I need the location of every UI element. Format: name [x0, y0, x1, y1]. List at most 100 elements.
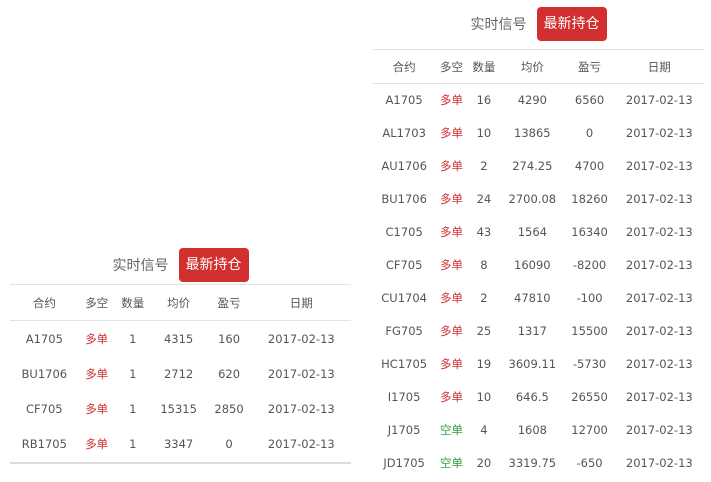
left-positions-table: 合约 多空 数量 均价 盈亏 日期 A1705 多单 1 4315 160 2017-02…	[10, 284, 351, 464]
table-row[interactable]: HC1705 多单 19 3609.11 -5730 2017-02-13	[373, 348, 704, 381]
qty-cell: 25	[476, 324, 492, 338]
date-cell: 2017-02-13	[625, 423, 693, 437]
date-cell: 2017-02-13	[625, 456, 693, 470]
side-cell: 多单	[85, 331, 109, 346]
table-row[interactable]: RB1705 多单 1 3347 0 2017-02-13	[10, 427, 351, 463]
table-row[interactable]: AU1706 多单 2 274.25 4700 2017-02-13	[373, 150, 704, 183]
pnl-cell: 0	[225, 437, 233, 452]
date-cell: 2017-02-13	[267, 366, 335, 381]
qty-cell: 1	[129, 331, 137, 346]
column-header-avg-price: 均价	[167, 295, 191, 310]
side-cell: 空单	[439, 456, 463, 470]
contract-cell: J1705	[387, 423, 421, 437]
qty-cell: 16	[476, 93, 492, 108]
table-row[interactable]: J1705 空单 4 1608 12700 2017-02-13	[373, 414, 704, 447]
avg-price-cell: 3319.75	[508, 456, 557, 470]
table-row[interactable]: AL1703 多单 10 13865 0 2017-02-13	[373, 117, 704, 150]
side-cell: 多单	[85, 366, 109, 381]
pnl-cell: 160	[218, 331, 241, 346]
pnl-cell: 4700	[574, 159, 605, 173]
realtime-signal-tab[interactable]: 实时信号	[471, 14, 527, 34]
qty-cell: 1	[129, 402, 137, 417]
avg-price-cell: 274.25	[512, 159, 553, 173]
pnl-cell: 16340	[571, 225, 608, 239]
header-row: 合约 多空 数量 均价 盈亏 日期	[373, 49, 704, 84]
realtime-signal-tab[interactable]: 实时信号	[113, 255, 169, 275]
avg-price-cell: 1317	[517, 324, 547, 338]
side-cell: 多单	[439, 159, 463, 173]
latest-positions-button[interactable]: 最新持仓	[536, 7, 607, 41]
qty-cell: 10	[476, 390, 492, 404]
pnl-cell: 620	[218, 366, 241, 381]
avg-price-cell: 47810	[514, 291, 551, 305]
contract-cell: JD1705	[383, 456, 425, 470]
right-positions-panel: 实时信号 最新持仓 合约 多空 数量 均价 盈亏 日期 A1705 多单 16 429…	[373, 6, 704, 480]
table-row[interactable]: A1705 多单 16 4290 6560 2017-02-13	[373, 84, 704, 117]
side-cell: 多单	[439, 126, 463, 140]
date-cell: 2017-02-13	[625, 324, 693, 338]
date-cell: 2017-02-13	[625, 126, 693, 140]
column-header-avg-price: 均价	[520, 59, 544, 74]
column-header-contract: 合约	[32, 295, 56, 310]
table-body: A1705 多单 1 4315 160 2017-02-13 BU1706 多单 1 2712 62…	[10, 321, 351, 463]
avg-price-cell: 13865	[514, 126, 551, 140]
pnl-cell: 6560	[574, 93, 605, 108]
side-cell: 多单	[439, 390, 463, 404]
contract-cell: CF705	[385, 258, 423, 272]
side-cell: 多单	[85, 437, 109, 452]
qty-cell: 43	[476, 225, 492, 239]
avg-price-cell: 1564	[517, 225, 547, 239]
side-cell: 多单	[439, 93, 463, 108]
table-header: 合约 多空 数量 均价 盈亏 日期	[10, 284, 351, 321]
date-cell: 2017-02-13	[625, 93, 693, 108]
qty-cell: 10	[476, 126, 492, 140]
table-row[interactable]: A1705 多单 1 4315 160 2017-02-13	[10, 321, 351, 357]
qty-cell: 1	[129, 437, 137, 452]
table-row[interactable]: JD1705 空单 20 3319.75 -650 2017-02-13	[373, 447, 704, 480]
avg-price-cell: 3347	[163, 437, 194, 452]
contract-cell: A1705	[25, 331, 63, 346]
contract-cell: BU1706	[381, 192, 427, 206]
pnl-cell: 26550	[571, 390, 608, 404]
contract-cell: BU1706	[21, 366, 68, 381]
table-row[interactable]: BU1706 多单 24 2700.08 18260 2017-02-13	[373, 183, 704, 216]
column-header-qty: 数量	[121, 295, 145, 310]
table-row[interactable]: CF705 多单 1 15315 2850 2017-02-13	[10, 392, 351, 428]
pnl-cell: -650	[576, 456, 603, 470]
table-row[interactable]: BU1706 多单 1 2712 620 2017-02-13	[10, 356, 351, 392]
header-row: 合约 多空 数量 均价 盈亏 日期	[10, 284, 351, 321]
date-cell: 2017-02-13	[625, 192, 693, 206]
date-cell: 2017-02-13	[625, 357, 693, 371]
contract-cell: HC1705	[381, 357, 428, 371]
table-body: A1705 多单 16 4290 6560 2017-02-13 AL1703 多单 10 138…	[373, 84, 704, 480]
contract-cell: AU1706	[381, 159, 427, 173]
qty-cell: 20	[476, 456, 492, 470]
side-cell: 多单	[439, 192, 463, 206]
right-tab-bar: 实时信号 最新持仓	[373, 6, 704, 42]
date-cell: 2017-02-13	[625, 159, 693, 173]
side-cell: 多单	[439, 258, 463, 272]
qty-cell: 19	[476, 357, 492, 371]
avg-price-cell: 15315	[160, 402, 197, 417]
pnl-cell: 15500	[571, 324, 608, 338]
column-header-side: 多空	[85, 295, 109, 310]
latest-positions-button[interactable]: 最新持仓	[178, 248, 249, 282]
side-cell: 多单	[85, 402, 109, 417]
date-cell: 2017-02-13	[267, 437, 335, 452]
avg-price-cell: 3609.11	[508, 357, 557, 371]
contract-cell: A1705	[385, 93, 423, 108]
table-row[interactable]: FG705 多单 25 1317 15500 2017-02-13	[373, 315, 704, 348]
qty-cell: 2	[480, 159, 488, 173]
side-cell: 多单	[439, 357, 463, 371]
pnl-cell: 18260	[571, 192, 608, 206]
contract-cell: AL1703	[382, 126, 426, 140]
contract-cell: RB1705	[21, 437, 67, 452]
avg-price-cell: 4290	[517, 93, 547, 108]
column-header-pnl: 盈亏	[217, 295, 241, 310]
table-row[interactable]: I1705 多单 10 646.5 26550 2017-02-13	[373, 381, 704, 414]
table-row[interactable]: CU1704 多单 2 47810 -100 2017-02-13	[373, 282, 704, 315]
table-row[interactable]: C1705 多单 43 1564 16340 2017-02-13	[373, 216, 704, 249]
side-cell: 多单	[439, 291, 463, 305]
column-header-date: 日期	[647, 59, 671, 74]
table-row[interactable]: CF705 多单 8 16090 -8200 2017-02-13	[373, 249, 704, 282]
